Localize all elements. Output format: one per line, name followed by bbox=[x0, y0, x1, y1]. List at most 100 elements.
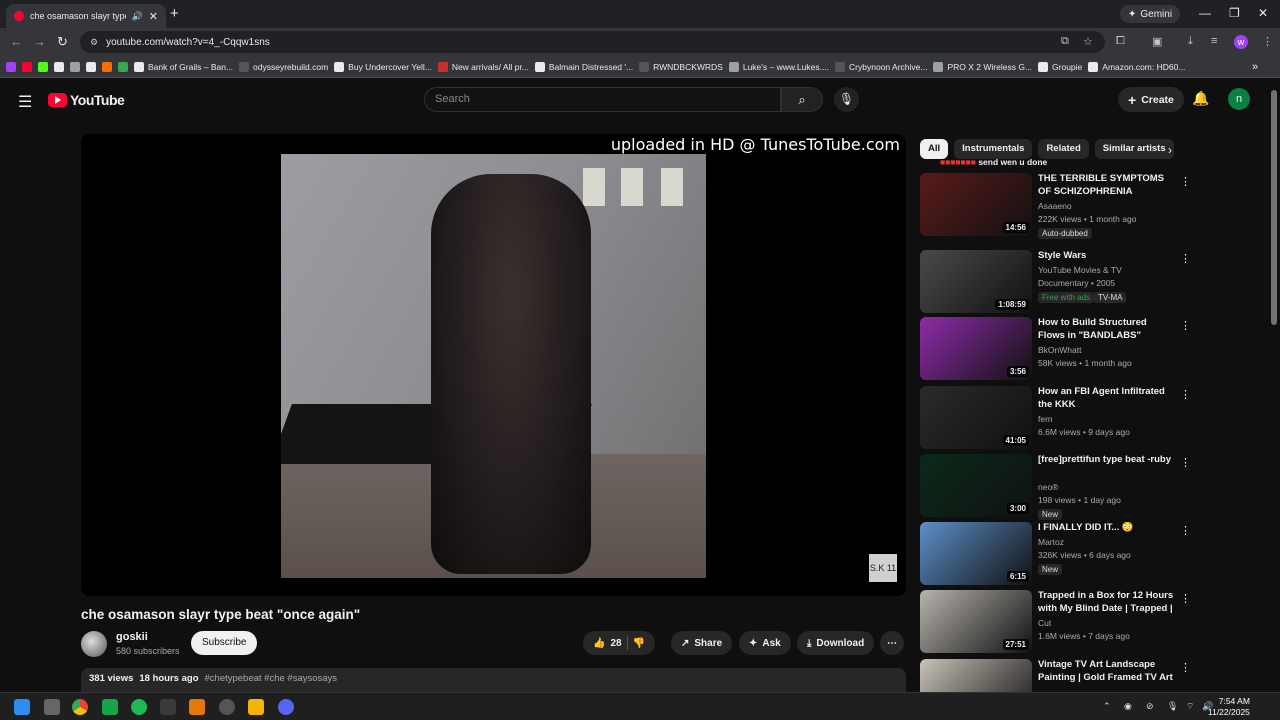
wifi-icon[interactable]: ⌔ bbox=[1186, 701, 1194, 712]
steam-icon[interactable] bbox=[219, 699, 235, 715]
more-vertical-icon[interactable]: ⋮ bbox=[1180, 456, 1191, 469]
spotify-icon[interactable] bbox=[131, 699, 147, 715]
page-scrollbar[interactable] bbox=[1271, 90, 1277, 325]
gemini-button[interactable]: ✦ Gemini bbox=[1120, 5, 1181, 23]
video-title[interactable]: THE TERRIBLE SYMPTOMS OF SCHIZOPHRENIA bbox=[1038, 173, 1176, 198]
video-thumbnail[interactable]: 6:15 bbox=[920, 522, 1032, 585]
minimize-icon[interactable]: — bbox=[1199, 6, 1211, 20]
bookmark-item[interactable] bbox=[118, 61, 128, 72]
bookmark-star-icon[interactable]: ☆ bbox=[1083, 35, 1093, 48]
speaker-icon[interactable]: 🔊 bbox=[132, 11, 143, 22]
recommended-video[interactable]: 14:56 THE TERRIBLE SYMPTOMS OF SCHIZOPHRE… bbox=[920, 173, 1191, 239]
green-app-icon[interactable] bbox=[102, 699, 118, 715]
channel-avatar[interactable] bbox=[81, 631, 107, 657]
thumbs-down-icon[interactable]: 👎 bbox=[633, 638, 645, 649]
video-thumbnail[interactable]: 41:05 bbox=[920, 386, 1032, 449]
recommended-video[interactable]: 1:08:59 Style Wars YouTube Movies & TV Docu… bbox=[920, 250, 1191, 316]
more-vertical-icon[interactable]: ⋮ bbox=[1180, 388, 1191, 401]
bookmark-item[interactable]: Amazon.com: HD60... bbox=[1088, 61, 1185, 72]
filter-chip[interactable]: Instrumentals bbox=[954, 139, 1033, 159]
share-button[interactable]: ↗ Share bbox=[671, 631, 733, 655]
browser-tab[interactable]: che osamason slayr type be 🔊 ✕ bbox=[6, 4, 166, 28]
bookmark-item[interactable]: Buy Undercover Yell... bbox=[334, 61, 432, 72]
like-button[interactable]: 👍 28 bbox=[593, 638, 622, 649]
more-vertical-icon[interactable]: ⋮ bbox=[1180, 524, 1191, 537]
search-button[interactable]: ⌕ bbox=[781, 87, 823, 112]
bookmark-item[interactable] bbox=[54, 61, 64, 72]
video-thumbnail[interactable]: 3:56 bbox=[920, 317, 1032, 380]
channel-name[interactable]: Cut bbox=[1038, 618, 1051, 628]
browser-menu-icon[interactable]: ⋮ bbox=[1262, 35, 1273, 48]
close-window-icon[interactable]: ✕ bbox=[1258, 6, 1268, 20]
channel-name[interactable]: YouTube Movies & TV bbox=[1038, 265, 1122, 275]
bookmark-item[interactable]: PRO X 2 Wireless G... bbox=[933, 61, 1032, 72]
fl-studio-icon[interactable] bbox=[189, 699, 205, 715]
bookmark-item[interactable] bbox=[70, 61, 80, 72]
more-vertical-icon[interactable]: ⋮ bbox=[1180, 175, 1191, 188]
maximize-icon[interactable]: ❐ bbox=[1229, 6, 1240, 20]
bookmark-item[interactable]: Groupie bbox=[1038, 61, 1082, 72]
video-thumbnail[interactable]: 1:08:59 bbox=[920, 250, 1032, 313]
video-thumbnail[interactable] bbox=[920, 659, 1032, 692]
bookmark-item[interactable] bbox=[86, 61, 96, 72]
bookmark-item[interactable]: Crybynoon Archive... bbox=[835, 61, 927, 72]
channel-name[interactable]: Martoz bbox=[1038, 537, 1064, 547]
video-thumbnail[interactable]: 27:51 bbox=[920, 590, 1032, 653]
channel-name[interactable]: goskii bbox=[116, 631, 148, 643]
video-player[interactable]: uploaded in HD @ TunesToTube.com S.K 11 bbox=[81, 134, 906, 596]
voice-search-button[interactable]: 🎙 bbox=[834, 87, 859, 112]
close-tab-icon[interactable]: ✕ bbox=[149, 10, 158, 23]
bookmark-item[interactable]: Luke's – www.Lukes.... bbox=[728, 61, 829, 72]
tray-app-icon[interactable]: ◉ bbox=[1124, 701, 1132, 712]
tray-mic-icon[interactable]: 🎙 bbox=[1167, 701, 1178, 712]
task-view-icon[interactable] bbox=[44, 699, 60, 715]
filter-chip[interactable]: Similar artists bbox=[1094, 139, 1174, 159]
tray-expand-icon[interactable]: ⌃ bbox=[1103, 701, 1111, 712]
filter-chip[interactable]: Related bbox=[1038, 139, 1089, 159]
system-clock[interactable]: 7:54 AM 11/22/2025 bbox=[1208, 696, 1250, 718]
video-title[interactable]: I FINALLY DID IT... 😳 bbox=[1038, 522, 1176, 535]
bookmark-item[interactable] bbox=[6, 61, 16, 72]
extensions-icon[interactable]: ⧠ bbox=[1116, 35, 1125, 48]
video-thumbnail[interactable]: 14:56 bbox=[920, 173, 1032, 236]
recommended-video[interactable]: 3:56 How to Build Structured Flows in "BA… bbox=[920, 317, 1191, 383]
download-icon[interactable]: ⤓ bbox=[1188, 35, 1193, 48]
new-tab-button[interactable]: + bbox=[170, 5, 179, 22]
tray-app-icon[interactable]: ⊘ bbox=[1146, 701, 1154, 712]
more-bookmarks-icon[interactable]: » bbox=[1252, 61, 1258, 73]
more-actions-button[interactable]: ⋯ bbox=[880, 631, 904, 655]
recommended-video[interactable]: 41:05 How an FBI Agent Infiltrated the KK… bbox=[920, 386, 1191, 452]
windows-start-icon[interactable] bbox=[14, 699, 30, 715]
more-vertical-icon[interactable]: ⋮ bbox=[1180, 592, 1191, 605]
bookmark-item[interactable]: RWNDBCKWRDS bbox=[639, 61, 723, 72]
discord-icon[interactable] bbox=[278, 699, 294, 715]
xbox-icon[interactable] bbox=[160, 699, 176, 715]
notifications-bell-icon[interactable]: 🔔 bbox=[1192, 90, 1209, 107]
bookmark-item[interactable]: Bank of Grails – Ban... bbox=[134, 61, 233, 72]
video-title[interactable]: Style Wars bbox=[1038, 250, 1176, 263]
chrome-icon[interactable] bbox=[72, 699, 88, 715]
reload-icon[interactable]: ↻ bbox=[57, 34, 68, 50]
recommended-video[interactable]: 6:15 I FINALLY DID IT... 😳 Martoz 326K view… bbox=[920, 522, 1191, 588]
bookmark-item[interactable]: New arrivals/ All pr... bbox=[437, 61, 529, 72]
more-vertical-icon[interactable]: ⋮ bbox=[1180, 661, 1190, 674]
recommended-video[interactable]: 27:51 Trapped in a Box for 12 Hours with … bbox=[920, 590, 1191, 656]
create-button[interactable]: + Create bbox=[1118, 87, 1184, 112]
bookmark-item[interactable] bbox=[102, 61, 112, 72]
more-vertical-icon[interactable]: ⋮ bbox=[1180, 319, 1191, 332]
bookmark-item[interactable]: Balmain Distressed '... bbox=[534, 61, 633, 72]
address-bar[interactable]: ⚙ youtube.com/watch?v=4_-Cqqw1sns bbox=[80, 31, 1105, 53]
forward-icon[interactable]: → bbox=[33, 34, 46, 49]
video-title[interactable]: How to Build Structured Flows in "BANDLA… bbox=[1038, 317, 1176, 343]
ask-button[interactable]: ✦ Ask bbox=[739, 631, 791, 655]
browser-profile-avatar[interactable]: w bbox=[1234, 35, 1248, 49]
menu-icon[interactable]: ☰ bbox=[18, 92, 32, 112]
description-box[interactable]: 381 views 18 hours ago #chetypebeat #che… bbox=[81, 668, 906, 692]
bookmark-item[interactable]: odysseyrebuild.com bbox=[239, 61, 328, 72]
recommended-video[interactable]: Vintage TV Art Landscape Painting | Gold… bbox=[920, 659, 1190, 692]
video-title[interactable]: [free]prettifun type beat -ruby bbox=[1038, 454, 1176, 467]
channel-name[interactable]: BkOnWhatt bbox=[1038, 345, 1081, 355]
install-app-icon[interactable]: ⧉ bbox=[1061, 35, 1069, 48]
recommended-video[interactable]: 3:00 [free]prettifun type beat -ruby neo® 1… bbox=[920, 454, 1191, 520]
youtube-logo[interactable]: YouTube bbox=[48, 92, 125, 108]
